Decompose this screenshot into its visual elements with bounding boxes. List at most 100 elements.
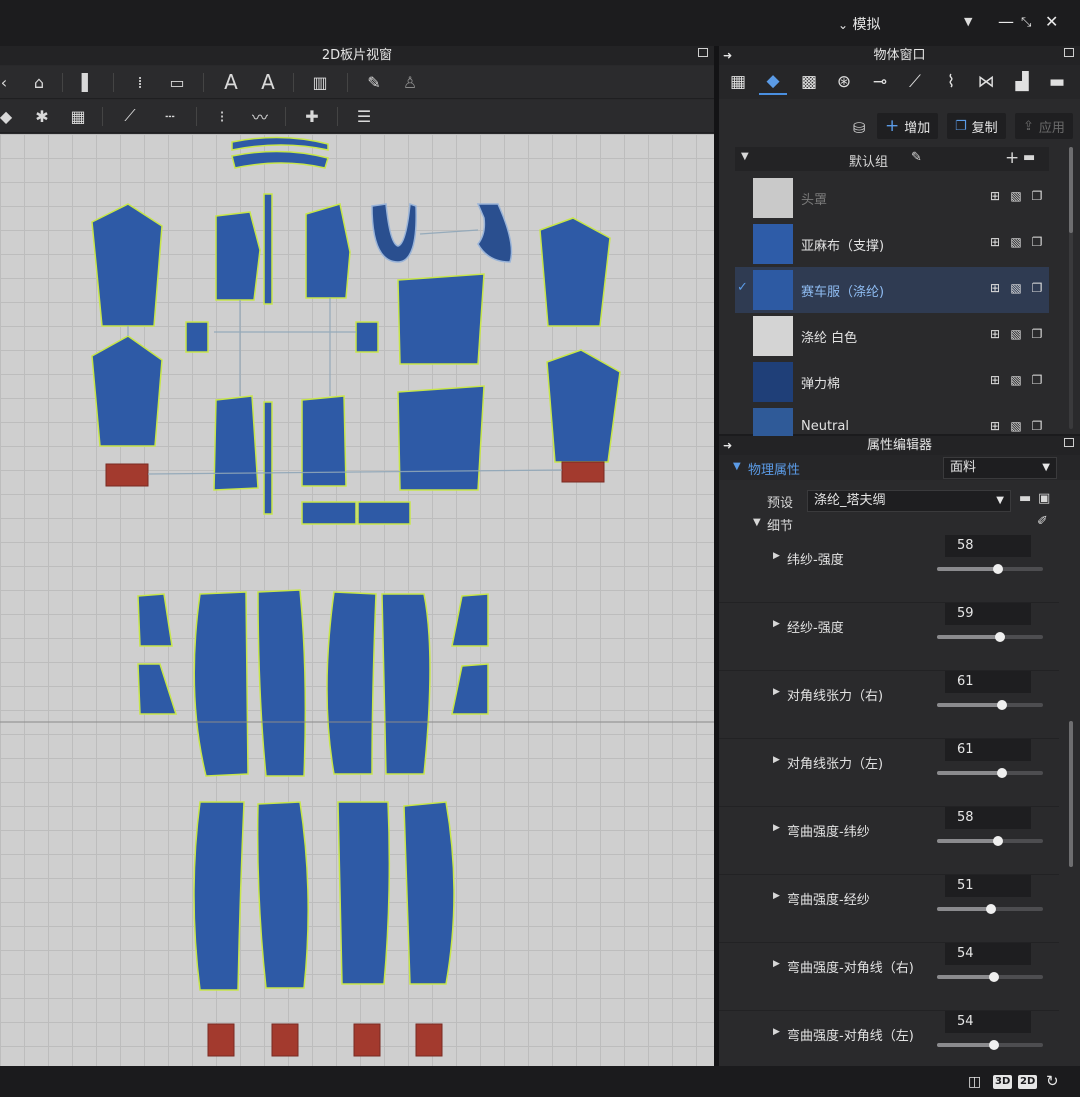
ruler-vertical-icon[interactable]: ⁞ xyxy=(128,71,152,93)
tab-texture-icon[interactable]: ▩ xyxy=(795,69,823,95)
param-value-input[interactable]: 51 xyxy=(945,875,1031,897)
grid-tool-icon[interactable]: ▥ xyxy=(308,71,332,93)
param-slider[interactable] xyxy=(937,700,1043,710)
add-to-pattern-icon[interactable]: ⊞ xyxy=(987,188,1003,204)
slider-knob[interactable] xyxy=(989,972,1000,982)
back-arrow-icon[interactable]: ‹ xyxy=(0,71,16,93)
expand-triangle-icon[interactable]: ▶ xyxy=(773,823,780,833)
apply-to-selection-icon[interactable]: ▧ xyxy=(1008,418,1024,434)
scrollbar-thumb[interactable] xyxy=(1069,721,1073,867)
param-value-input[interactable]: 58 xyxy=(945,807,1031,829)
slider-knob[interactable] xyxy=(996,700,1007,710)
duplicate-icon[interactable]: ❐ xyxy=(1029,418,1045,434)
collapse-triangle-icon[interactable]: ▼ xyxy=(733,461,741,472)
param-slider[interactable] xyxy=(937,904,1043,914)
param-value-input[interactable]: 61 xyxy=(945,671,1031,693)
duplicate-icon[interactable]: ❐ xyxy=(1029,372,1045,388)
apply-to-selection-icon[interactable]: ▧ xyxy=(1008,326,1024,342)
expand-triangle-icon[interactable]: ▶ xyxy=(773,1027,780,1037)
slider-knob[interactable] xyxy=(993,836,1004,846)
add-to-pattern-icon[interactable]: ⊞ xyxy=(987,418,1003,434)
ruler-horizontal-icon[interactable]: ▭ xyxy=(165,71,189,93)
fabric-list-scrollbar[interactable] xyxy=(1069,147,1073,429)
stitch-vertical-icon[interactable]: ⁝ xyxy=(210,105,234,127)
close-icon[interactable]: ✕ xyxy=(1045,12,1058,31)
refresh-icon[interactable]: ↻ xyxy=(1046,1072,1059,1090)
expand-triangle-icon[interactable]: ▶ xyxy=(773,619,780,629)
float-window-icon[interactable] xyxy=(1064,48,1074,57)
preset-select[interactable]: 涤纶_塔夫绸 ▼ xyxy=(807,490,1011,512)
tab-topstitch-icon[interactable]: ⟋ xyxy=(901,69,929,95)
shirt-texture-icon[interactable]: ✱ xyxy=(30,105,54,127)
pin-tool-icon[interactable]: ✎ xyxy=(362,71,386,93)
mode-selector[interactable]: ⌄ 模拟 xyxy=(838,14,881,34)
float-window-icon[interactable] xyxy=(1064,438,1074,447)
fabric-row[interactable]: 亚麻布（支撑) ⊞ ▧ ❐ xyxy=(735,221,1049,267)
add-to-pattern-icon[interactable]: ⊞ xyxy=(987,372,1003,388)
apply-to-selection-icon[interactable]: ▧ xyxy=(1008,280,1024,296)
apply-button[interactable]: ⇪ 应用 xyxy=(1015,113,1073,139)
expand-triangle-icon[interactable]: ▶ xyxy=(773,959,780,969)
wrench-icon[interactable]: ✐ xyxy=(1037,514,1048,529)
param-value-input[interactable]: 61 xyxy=(945,739,1031,761)
fabric-row[interactable]: 头罩 ⊞ ▧ ❐ xyxy=(735,175,1049,221)
add-point-icon[interactable]: ✚ xyxy=(300,105,324,127)
pattern-canvas[interactable] xyxy=(0,134,714,1066)
slider-knob[interactable] xyxy=(993,564,1004,574)
dashed-line-icon[interactable]: ┄ xyxy=(158,105,182,127)
duplicate-icon[interactable]: ❐ xyxy=(1029,280,1045,296)
add-to-pattern-icon[interactable]: ⊞ xyxy=(987,234,1003,250)
restore-icon[interactable]: ⤡ xyxy=(1021,15,1031,30)
pencil-icon[interactable]: ✎ xyxy=(911,150,922,165)
avatar-pattern-icon[interactable]: ♙ xyxy=(398,71,422,93)
view-2d-button[interactable]: 2D xyxy=(1018,1075,1038,1089)
physical-property-header[interactable]: ▼ 物理属性 面料 ▼ xyxy=(719,455,1080,480)
save-icon[interactable]: ▣ xyxy=(1038,491,1050,506)
param-value-input[interactable]: 59 xyxy=(945,603,1031,625)
folder-icon[interactable]: ▬ xyxy=(1023,150,1035,165)
fabric-swatch[interactable] xyxy=(753,316,793,356)
expand-triangle-icon[interactable]: ▶ xyxy=(773,755,780,765)
tab-puckering-icon[interactable]: ⌇ xyxy=(937,69,965,95)
slider-knob[interactable] xyxy=(996,768,1007,778)
fold-icon[interactable]: ▌ xyxy=(76,71,100,93)
apply-to-selection-icon[interactable]: ▧ xyxy=(1008,372,1024,388)
collapse-arrow-icon[interactable]: ➜ xyxy=(723,436,732,455)
fabric-group-header[interactable]: ▼ 默认组 ✎ + ▬ xyxy=(735,147,1049,171)
fabric-swatch[interactable] xyxy=(753,178,793,218)
copy-button[interactable]: ❐ 复制 xyxy=(947,113,1006,139)
param-slider[interactable] xyxy=(937,1040,1043,1050)
duplicate-icon[interactable]: ❐ xyxy=(1029,188,1045,204)
float-window-icon[interactable] xyxy=(698,48,708,57)
apply-to-selection-icon[interactable]: ▧ xyxy=(1008,188,1024,204)
expand-triangle-icon[interactable]: ▶ xyxy=(773,551,780,561)
param-value-input[interactable]: 58 xyxy=(945,535,1031,557)
scrollbar-thumb[interactable] xyxy=(1069,147,1073,233)
folder-add-icon[interactable]: ⛁ xyxy=(853,119,866,137)
expand-triangle-icon[interactable]: ▶ xyxy=(773,687,780,697)
fabric-row[interactable]: 弹力棉 ⊞ ▧ ❐ xyxy=(735,359,1049,405)
fabric-swatch[interactable] xyxy=(753,270,793,310)
view-3d-button[interactable]: 3D xyxy=(993,1075,1013,1089)
fabric-swatch[interactable] xyxy=(753,224,793,264)
add-button[interactable]: + 增加 xyxy=(877,113,939,139)
param-slider[interactable] xyxy=(937,632,1043,642)
tab-zipper-icon[interactable]: ⊸ xyxy=(866,69,894,95)
edit-pattern-icon[interactable]: ⌂ xyxy=(27,71,51,93)
tab-graphic-icon[interactable]: ▟ xyxy=(1008,69,1036,95)
tab-measure-icon[interactable]: ▬ xyxy=(1043,69,1071,95)
apply-to-selection-icon[interactable]: ▧ xyxy=(1008,234,1024,250)
caret-down-icon[interactable]: ▼ xyxy=(964,15,972,28)
collapse-triangle-icon[interactable]: ▼ xyxy=(741,151,749,162)
shirt-checker-icon[interactable]: ▦ xyxy=(66,105,90,127)
param-slider[interactable] xyxy=(937,836,1043,846)
fabric-row[interactable]: 涤纶 白色 ⊞ ▧ ❐ xyxy=(735,313,1049,359)
param-slider[interactable] xyxy=(937,564,1043,574)
fold-arrange-icon[interactable]: ☰ xyxy=(352,105,376,127)
property-scrollbar[interactable] xyxy=(1069,721,1073,867)
tab-fabric-icon[interactable]: ◆ xyxy=(759,69,787,95)
fabric-swatch[interactable] xyxy=(753,362,793,402)
slider-knob[interactable] xyxy=(989,1040,1000,1050)
expand-triangle-icon[interactable]: ▶ xyxy=(773,891,780,901)
slider-knob[interactable] xyxy=(994,632,1005,642)
